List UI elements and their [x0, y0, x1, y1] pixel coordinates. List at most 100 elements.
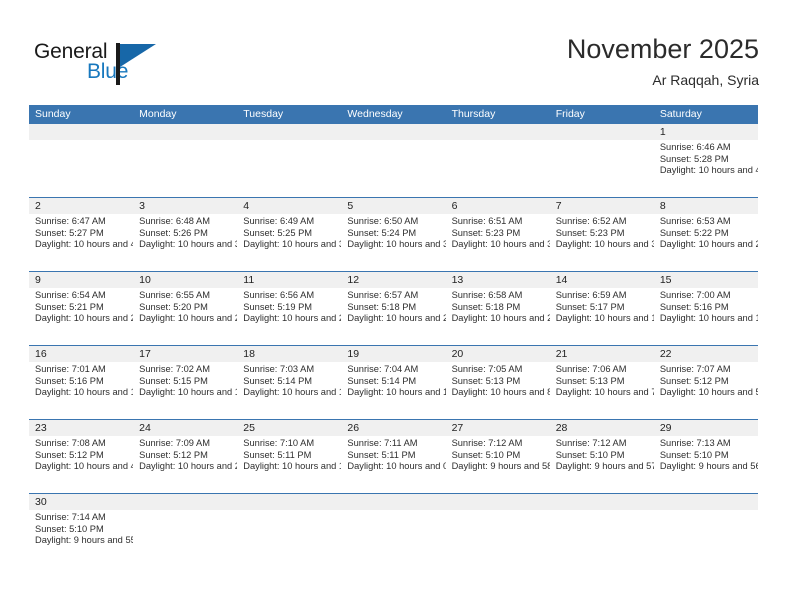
- day-details: Sunrise: 7:05 AM Sunset: 5:13 PM Daylight:…: [446, 362, 550, 399]
- day-details: Sunrise: 7:04 AM Sunset: 5:14 PM Daylight:…: [341, 362, 445, 399]
- daylight-text: Daylight: 10 hours and 40 minutes.: [35, 239, 133, 250]
- day-number: [341, 124, 446, 140]
- day-number: 20: [445, 346, 550, 362]
- daylight-text: Daylight: 10 hours and 1 minute.: [243, 461, 341, 472]
- sunrise-text: Sunrise: 7:04 AM: [347, 364, 419, 374]
- day-details: Sunrise: 7:14 AM Sunset: 5:10 PM Daylight:…: [29, 510, 133, 547]
- sunset-text: Sunset: 5:28 PM: [659, 153, 729, 164]
- daylight-text: Daylight: 10 hours and 13 minutes.: [139, 387, 237, 398]
- calendar-day-cell[interactable]: 3 Sunrise: 6:48 AM Sunset: 5:26 PM Daylight…: [133, 198, 238, 271]
- calendar-day-cell[interactable]: 28 Sunrise: 7:12 AM Sunset: 5:10 PM Dayligh…: [549, 420, 654, 493]
- day-number: [653, 494, 758, 510]
- day-details: Sunrise: 7:00 AM Sunset: 5:16 PM Daylight:…: [654, 288, 758, 325]
- calendar-day-cell[interactable]: 27 Sunrise: 7:12 AM Sunset: 5:10 PM Dayligh…: [445, 420, 550, 493]
- calendar-day-cell[interactable]: 4 Sunrise: 6:49 AM Sunset: 5:25 PM Daylight…: [237, 198, 342, 271]
- day-number: 15: [653, 272, 758, 288]
- sunset-text: Sunset: 5:27 PM: [35, 227, 104, 238]
- sunrise-text: Sunrise: 6:47 AM: [35, 216, 106, 226]
- day-number: [29, 124, 134, 140]
- day-number: 30: [29, 494, 134, 510]
- day-number: 7: [549, 198, 654, 214]
- calendar-day-cell[interactable]: 25 Sunrise: 7:10 AM Sunset: 5:11 PM Dayligh…: [237, 420, 342, 493]
- calendar-day-cell-empty: [445, 124, 550, 197]
- day-number: 1: [653, 124, 758, 140]
- calendar-day-cell-empty: [341, 124, 446, 197]
- calendar-day-cell-empty: [549, 494, 654, 567]
- sunrise-text: Sunrise: 6:54 AM: [35, 290, 106, 300]
- calendar-day-cell[interactable]: 12 Sunrise: 6:57 AM Sunset: 5:18 PM Dayligh…: [341, 272, 446, 345]
- daylight-text: Daylight: 10 hours and 2 minutes.: [139, 461, 237, 472]
- sunrise-text: Sunrise: 6:57 AM: [347, 290, 419, 300]
- sunrise-text: Sunrise: 6:50 AM: [347, 216, 419, 226]
- calendar-day-cell[interactable]: 24 Sunrise: 7:09 AM Sunset: 5:12 PM Dayligh…: [133, 420, 238, 493]
- sunrise-text: Sunrise: 6:58 AM: [451, 290, 523, 300]
- sunset-text: Sunset: 5:10 PM: [555, 449, 625, 460]
- calendar-day-cell[interactable]: 23 Sunrise: 7:08 AM Sunset: 5:12 PM Dayligh…: [29, 420, 134, 493]
- day-number: 21: [549, 346, 654, 362]
- sunset-text: Sunset: 5:18 PM: [451, 301, 521, 312]
- sunset-text: Sunset: 5:24 PM: [347, 227, 417, 238]
- sunset-text: Sunset: 5:17 PM: [555, 301, 625, 312]
- day-number: 27: [445, 420, 550, 436]
- calendar-day-cell[interactable]: 30 Sunrise: 7:14 AM Sunset: 5:10 PM Dayligh…: [29, 494, 134, 567]
- day-number: 23: [29, 420, 134, 436]
- calendar-day-cell[interactable]: 11 Sunrise: 6:56 AM Sunset: 5:19 PM Dayligh…: [237, 272, 342, 345]
- sunrise-text: Sunrise: 7:05 AM: [451, 364, 523, 374]
- calendar-day-cell[interactable]: 8 Sunrise: 6:53 AM Sunset: 5:22 PM Daylight…: [653, 198, 758, 271]
- brand-logo[interactable]: General Blue: [34, 40, 214, 92]
- day-number: 3: [133, 198, 238, 214]
- calendar-day-cell[interactable]: 17 Sunrise: 7:02 AM Sunset: 5:15 PM Dayligh…: [133, 346, 238, 419]
- calendar-day-cell[interactable]: 7 Sunrise: 6:52 AM Sunset: 5:23 PM Daylight…: [549, 198, 654, 271]
- day-number: 6: [445, 198, 550, 214]
- day-number: [445, 494, 550, 510]
- calendar-day-cell[interactable]: 13 Sunrise: 6:58 AM Sunset: 5:18 PM Dayligh…: [445, 272, 550, 345]
- calendar-day-cell[interactable]: 10 Sunrise: 6:55 AM Sunset: 5:20 PM Dayligh…: [133, 272, 238, 345]
- daylight-text: Daylight: 10 hours and 8 minutes.: [451, 387, 550, 398]
- calendar-week-row: 2 Sunrise: 6:47 AM Sunset: 5:27 PM Daylight…: [29, 197, 758, 271]
- sunrise-text: Sunrise: 6:51 AM: [451, 216, 523, 226]
- calendar-day-cell[interactable]: 29 Sunrise: 7:13 AM Sunset: 5:10 PM Dayligh…: [653, 420, 758, 493]
- calendar-day-cell[interactable]: 20 Sunrise: 7:05 AM Sunset: 5:13 PM Dayligh…: [445, 346, 550, 419]
- calendar-day-cell[interactable]: 22 Sunrise: 7:07 AM Sunset: 5:12 PM Dayligh…: [653, 346, 758, 419]
- calendar-day-cell[interactable]: 26 Sunrise: 7:11 AM Sunset: 5:11 PM Dayligh…: [341, 420, 446, 493]
- page-header: General Blue November 2025 Ar Raqqah, Sy…: [0, 0, 792, 100]
- day-details: Sunrise: 7:12 AM Sunset: 5:10 PM Daylight:…: [446, 436, 550, 473]
- calendar-day-cell-empty: [133, 494, 238, 567]
- daylight-text: Daylight: 10 hours and 11 minutes.: [243, 387, 341, 398]
- calendar-day-cell[interactable]: 2 Sunrise: 6:47 AM Sunset: 5:27 PM Daylight…: [29, 198, 134, 271]
- daylight-text: Daylight: 10 hours and 4 minutes.: [35, 461, 133, 472]
- daylight-text: Daylight: 10 hours and 21 minutes.: [347, 313, 445, 324]
- sunset-text: Sunset: 5:18 PM: [347, 301, 417, 312]
- calendar-week-row: 30 Sunrise: 7:14 AM Sunset: 5:10 PM Dayligh…: [29, 493, 758, 567]
- calendar-day-cell[interactable]: 14 Sunrise: 6:59 AM Sunset: 5:17 PM Dayligh…: [549, 272, 654, 345]
- daylight-text: Daylight: 10 hours and 42 minutes.: [659, 165, 758, 176]
- calendar-day-cell[interactable]: 19 Sunrise: 7:04 AM Sunset: 5:14 PM Dayligh…: [341, 346, 446, 419]
- calendar-day-cell[interactable]: 15 Sunrise: 7:00 AM Sunset: 5:16 PM Dayligh…: [653, 272, 758, 345]
- sunset-text: Sunset: 5:14 PM: [243, 375, 313, 386]
- day-number: 19: [341, 346, 446, 362]
- daylight-text: Daylight: 10 hours and 16 minutes.: [659, 313, 758, 324]
- day-number: [133, 494, 238, 510]
- sunrise-text: Sunrise: 6:53 AM: [659, 216, 731, 226]
- calendar-day-cell[interactable]: 1 Sunrise: 6:46 AM Sunset: 5:28 PM Daylight…: [653, 124, 758, 197]
- daylight-text: Daylight: 10 hours and 14 minutes.: [35, 387, 133, 398]
- calendar-day-cell[interactable]: 16 Sunrise: 7:01 AM Sunset: 5:16 PM Dayligh…: [29, 346, 134, 419]
- calendar-day-cell[interactable]: 6 Sunrise: 6:51 AM Sunset: 5:23 PM Daylight…: [445, 198, 550, 271]
- page-subtitle: Ar Raqqah, Syria: [652, 72, 759, 88]
- daylight-text: Daylight: 10 hours and 32 minutes.: [451, 239, 550, 250]
- day-details: Sunrise: 7:09 AM Sunset: 5:12 PM Daylight:…: [133, 436, 237, 473]
- calendar-day-cell[interactable]: 9 Sunrise: 6:54 AM Sunset: 5:21 PM Daylight…: [29, 272, 134, 345]
- sunset-text: Sunset: 5:23 PM: [555, 227, 625, 238]
- day-details: Sunrise: 6:47 AM Sunset: 5:27 PM Daylight:…: [29, 214, 133, 251]
- calendar-day-cell[interactable]: 18 Sunrise: 7:03 AM Sunset: 5:14 PM Dayligh…: [237, 346, 342, 419]
- logo-triangle-icon: [116, 43, 156, 85]
- sunrise-text: Sunrise: 7:07 AM: [659, 364, 731, 374]
- calendar-day-cell-empty: [133, 124, 238, 197]
- day-number: [549, 124, 654, 140]
- calendar-day-cell[interactable]: 5 Sunrise: 6:50 AM Sunset: 5:24 PM Daylight…: [341, 198, 446, 271]
- day-number: 5: [341, 198, 446, 214]
- sunrise-text: Sunrise: 6:46 AM: [659, 142, 731, 152]
- day-details: Sunrise: 6:59 AM Sunset: 5:17 PM Daylight:…: [550, 288, 654, 325]
- calendar-day-cell-empty: [341, 494, 446, 567]
- calendar-day-cell[interactable]: 21 Sunrise: 7:06 AM Sunset: 5:13 PM Dayligh…: [549, 346, 654, 419]
